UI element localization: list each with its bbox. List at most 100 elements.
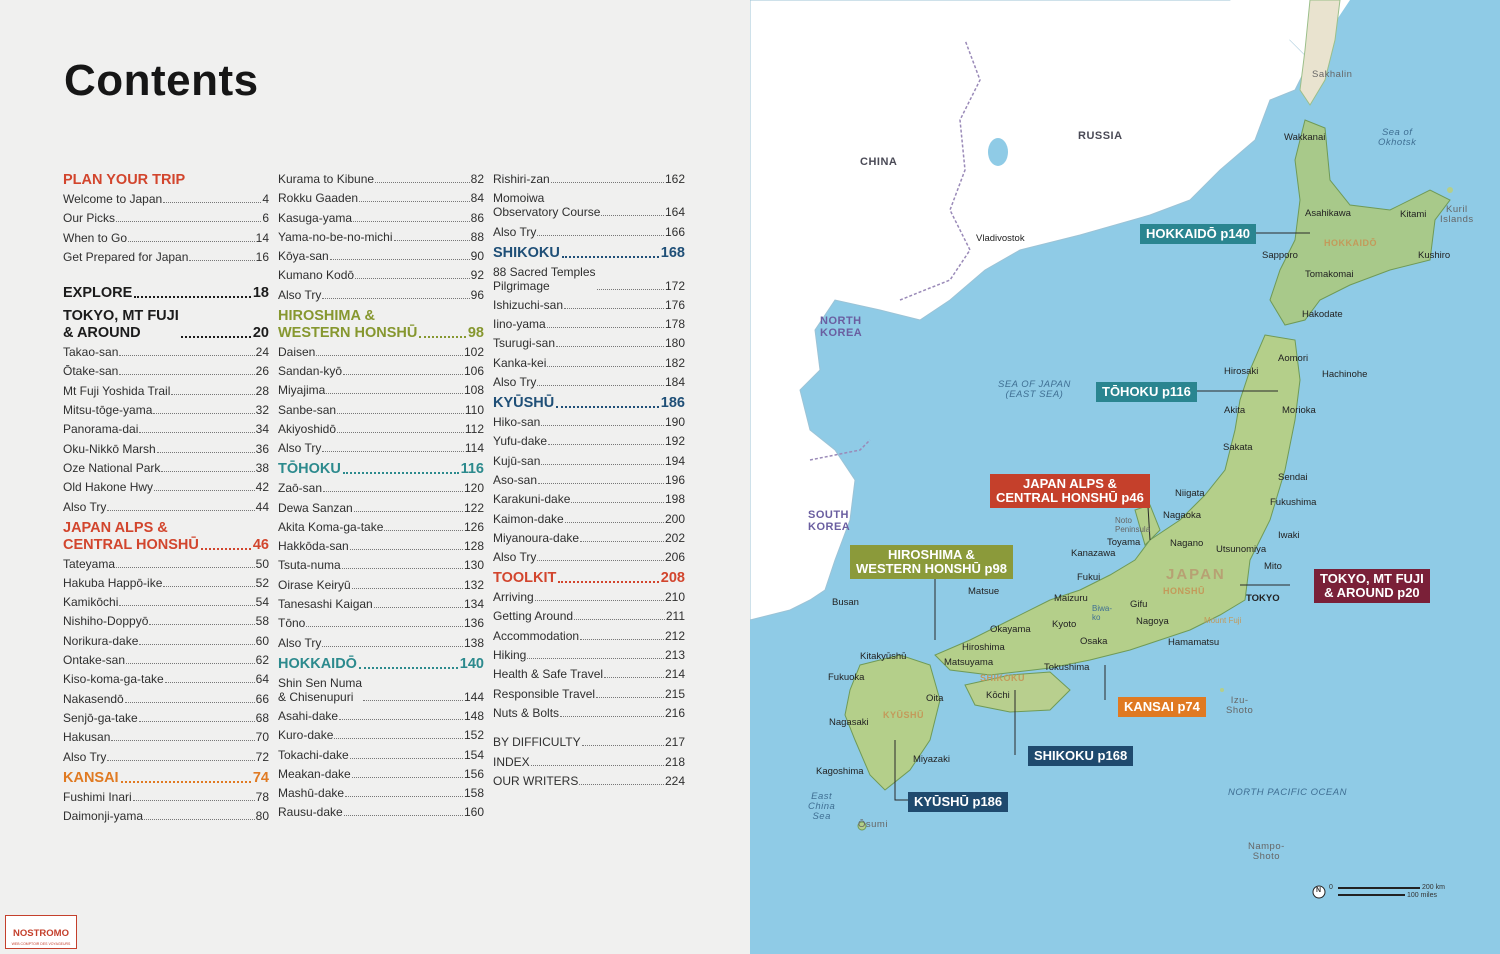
contents-entry[interactable]: Ishizuchi-san 176: [493, 298, 685, 312]
contents-entry[interactable]: Kasuga-yama 86: [278, 211, 484, 225]
page-number: 28: [255, 383, 269, 398]
label-sea-of-okhotsk: Sea of Okhotsk: [1378, 127, 1417, 148]
contents-entry[interactable]: Our Picks 6: [63, 211, 269, 225]
contents-entry[interactable]: Rausu-dake 160: [278, 805, 484, 819]
contents-entry[interactable]: When to Go 14: [63, 231, 269, 245]
contents-entry[interactable]: Also Try 206: [493, 550, 685, 564]
contents-entry[interactable]: Kujū-san 194: [493, 454, 685, 468]
contents-entry[interactable]: Accommodation 212: [493, 629, 685, 643]
contents-entry[interactable]: Kaimon-dake 200: [493, 512, 685, 526]
contents-entry[interactable]: 88 Sacred Temples Pilgrimage 172: [493, 265, 685, 293]
contents-entry[interactable]: Get Prepared for Japan 16: [63, 250, 269, 264]
contents-entry[interactable]: Tōno 136: [278, 616, 484, 630]
contents-entry[interactable]: Yufu-dake 192: [493, 434, 685, 448]
contents-entry[interactable]: Tokachi-dake 154: [278, 748, 484, 762]
section-heading[interactable]: SHIKOKU 168: [493, 245, 685, 262]
contents-entry[interactable]: Panorama-dai 34: [63, 422, 269, 436]
contents-entry[interactable]: Daisen 102: [278, 345, 484, 359]
contents-entry[interactable]: Tateyama 50: [63, 557, 269, 571]
contents-entry[interactable]: Hiko-san 190: [493, 415, 685, 429]
page-number: 108: [463, 383, 484, 398]
contents-entry[interactable]: Hiking 213: [493, 648, 685, 662]
contents-entry[interactable]: Yama-no-be-no-michi 88: [278, 230, 484, 244]
contents-entry[interactable]: Mashū-dake 158: [278, 786, 484, 800]
section-heading[interactable]: PLAN YOUR TRIP: [63, 172, 269, 189]
contents-entry[interactable]: Karakuni-dake 198: [493, 492, 685, 506]
section-heading[interactable]: TŌHOKU 116: [278, 461, 484, 478]
contents-entry[interactable]: Miyanoura-dake 202: [493, 531, 685, 545]
contents-entry[interactable]: Kuro-dake 152: [278, 728, 484, 742]
contents-entry[interactable]: Momoiwa Observatory Course 164: [493, 191, 685, 219]
contents-entry[interactable]: Hakuba Happō-ike 52: [63, 576, 269, 590]
contents-entry[interactable]: Rishiri-zan 162: [493, 172, 685, 186]
section-heading[interactable]: HOKKAIDŌ 140: [278, 656, 484, 673]
contents-entry[interactable]: Getting Around 211: [493, 609, 685, 623]
leader-dots: [564, 521, 664, 523]
contents-entry[interactable]: Hakusan 70: [63, 730, 269, 744]
contents-entry[interactable]: Also Try 138: [278, 636, 484, 650]
contents-entry[interactable]: Welcome to Japan 4: [63, 192, 269, 206]
label-south-korea: SOUTH KOREA: [808, 509, 851, 533]
contents-entry[interactable]: Ontake-san 62: [63, 653, 269, 667]
contents-entry[interactable]: Daimonji-yama 80: [63, 809, 269, 823]
contents-entry[interactable]: Health & Safe Travel 214: [493, 667, 685, 681]
section-heading[interactable]: JAPAN ALPS & CENTRAL HONSHŪ 46: [63, 520, 269, 554]
contents-entry[interactable]: Also Try 114: [278, 441, 484, 455]
section-heading[interactable]: KYŪSHŪ 186: [493, 395, 685, 412]
contents-entry[interactable]: Also Try 184: [493, 375, 685, 389]
section-heading[interactable]: EXPLORE 18: [63, 285, 269, 302]
contents-entry[interactable]: Akiyoshidō 112: [278, 422, 484, 436]
section-heading[interactable]: KANSAI 74: [63, 770, 269, 787]
contents-entry[interactable]: Old Hakone Hwy 42: [63, 480, 269, 494]
contents-entry[interactable]: Hakkōda-san 128: [278, 539, 484, 553]
contents-entry[interactable]: Mitsu-tōge-yama 32: [63, 403, 269, 417]
contents-entry[interactable]: Oirase Keiryū 132: [278, 578, 484, 592]
contents-entry[interactable]: Kanka-kei 182: [493, 356, 685, 370]
contents-entry[interactable]: Oze National Park 38: [63, 461, 269, 475]
contents-entry[interactable]: Rokku Gaaden 84: [278, 191, 484, 205]
contents-entry[interactable]: Tsurugi-san 180: [493, 336, 685, 350]
contents-entry[interactable]: Iino-yama 178: [493, 317, 685, 331]
contents-entry[interactable]: Kumano Kodō 92: [278, 268, 484, 282]
contents-entry[interactable]: Arriving 210: [493, 590, 685, 604]
contents-entry[interactable]: INDEX 218: [493, 755, 685, 769]
contents-entry[interactable]: Nuts & Bolts 216: [493, 706, 685, 720]
contents-entry[interactable]: Sandan-kyō 106: [278, 364, 484, 378]
contents-entry[interactable]: Nishiho-Doppyō 58: [63, 614, 269, 628]
contents-entry[interactable]: Also Try 96: [278, 288, 484, 302]
contents-entry[interactable]: Meakan-dake 156: [278, 767, 484, 781]
city-wakkanai: Wakkanai: [1284, 132, 1326, 143]
contents-entry[interactable]: Nakasendō 66: [63, 692, 269, 706]
contents-entry[interactable]: Kiso-koma-ga-take 64: [63, 672, 269, 686]
contents-entry[interactable]: Tsuta-numa 130: [278, 558, 484, 572]
section-heading[interactable]: TOKYO, MT FUJI & AROUND 20: [63, 308, 269, 342]
contents-entry[interactable]: Responsible Travel 215: [493, 687, 685, 701]
contents-entry[interactable]: Shin Sen Numa & Chisenupuri 144: [278, 676, 484, 704]
contents-entry[interactable]: Kurama to Kibune 82: [278, 172, 484, 186]
contents-entry[interactable]: Senjō-ga-take 68: [63, 711, 269, 725]
contents-entry[interactable]: Dewa Sanzan 122: [278, 501, 484, 515]
section-heading[interactable]: TOOLKIT 208: [493, 570, 685, 587]
contents-entry[interactable]: Asahi-dake 148: [278, 709, 484, 723]
contents-entry[interactable]: Tanesashi Kaigan 134: [278, 597, 484, 611]
contents-entry[interactable]: Sanbe-san 110: [278, 403, 484, 417]
contents-entry[interactable]: Miyajima 108: [278, 383, 484, 397]
contents-entry[interactable]: Takao-san 24: [63, 345, 269, 359]
contents-entry[interactable]: Kōya-san 90: [278, 249, 484, 263]
section-heading[interactable]: HIROSHIMA & WESTERN HONSHŪ 98: [278, 308, 484, 342]
contents-entry[interactable]: OUR WRITERS 224: [493, 774, 685, 788]
contents-entry[interactable]: Fushimi Inari 78: [63, 790, 269, 804]
contents-entry[interactable]: BY DIFFICULTY 217: [493, 735, 685, 749]
contents-entry[interactable]: Also Try 166: [493, 225, 685, 239]
contents-entry[interactable]: Oku-Nikkō Marsh 36: [63, 442, 269, 456]
contents-entry[interactable]: Also Try 72: [63, 750, 269, 764]
contents-entry[interactable]: Ōtake-san 26: [63, 364, 269, 378]
contents-entry[interactable]: Mt Fuji Yoshida Trail 28: [63, 384, 269, 398]
leader-dots: [171, 393, 255, 395]
contents-entry[interactable]: Akita Koma-ga-take 126: [278, 520, 484, 534]
contents-entry[interactable]: Zaō-san 120: [278, 481, 484, 495]
contents-entry[interactable]: Norikura-dake 60: [63, 634, 269, 648]
contents-entry[interactable]: Kamikōchi 54: [63, 595, 269, 609]
contents-entry[interactable]: Aso-san 196: [493, 473, 685, 487]
contents-entry[interactable]: Also Try 44: [63, 500, 269, 514]
